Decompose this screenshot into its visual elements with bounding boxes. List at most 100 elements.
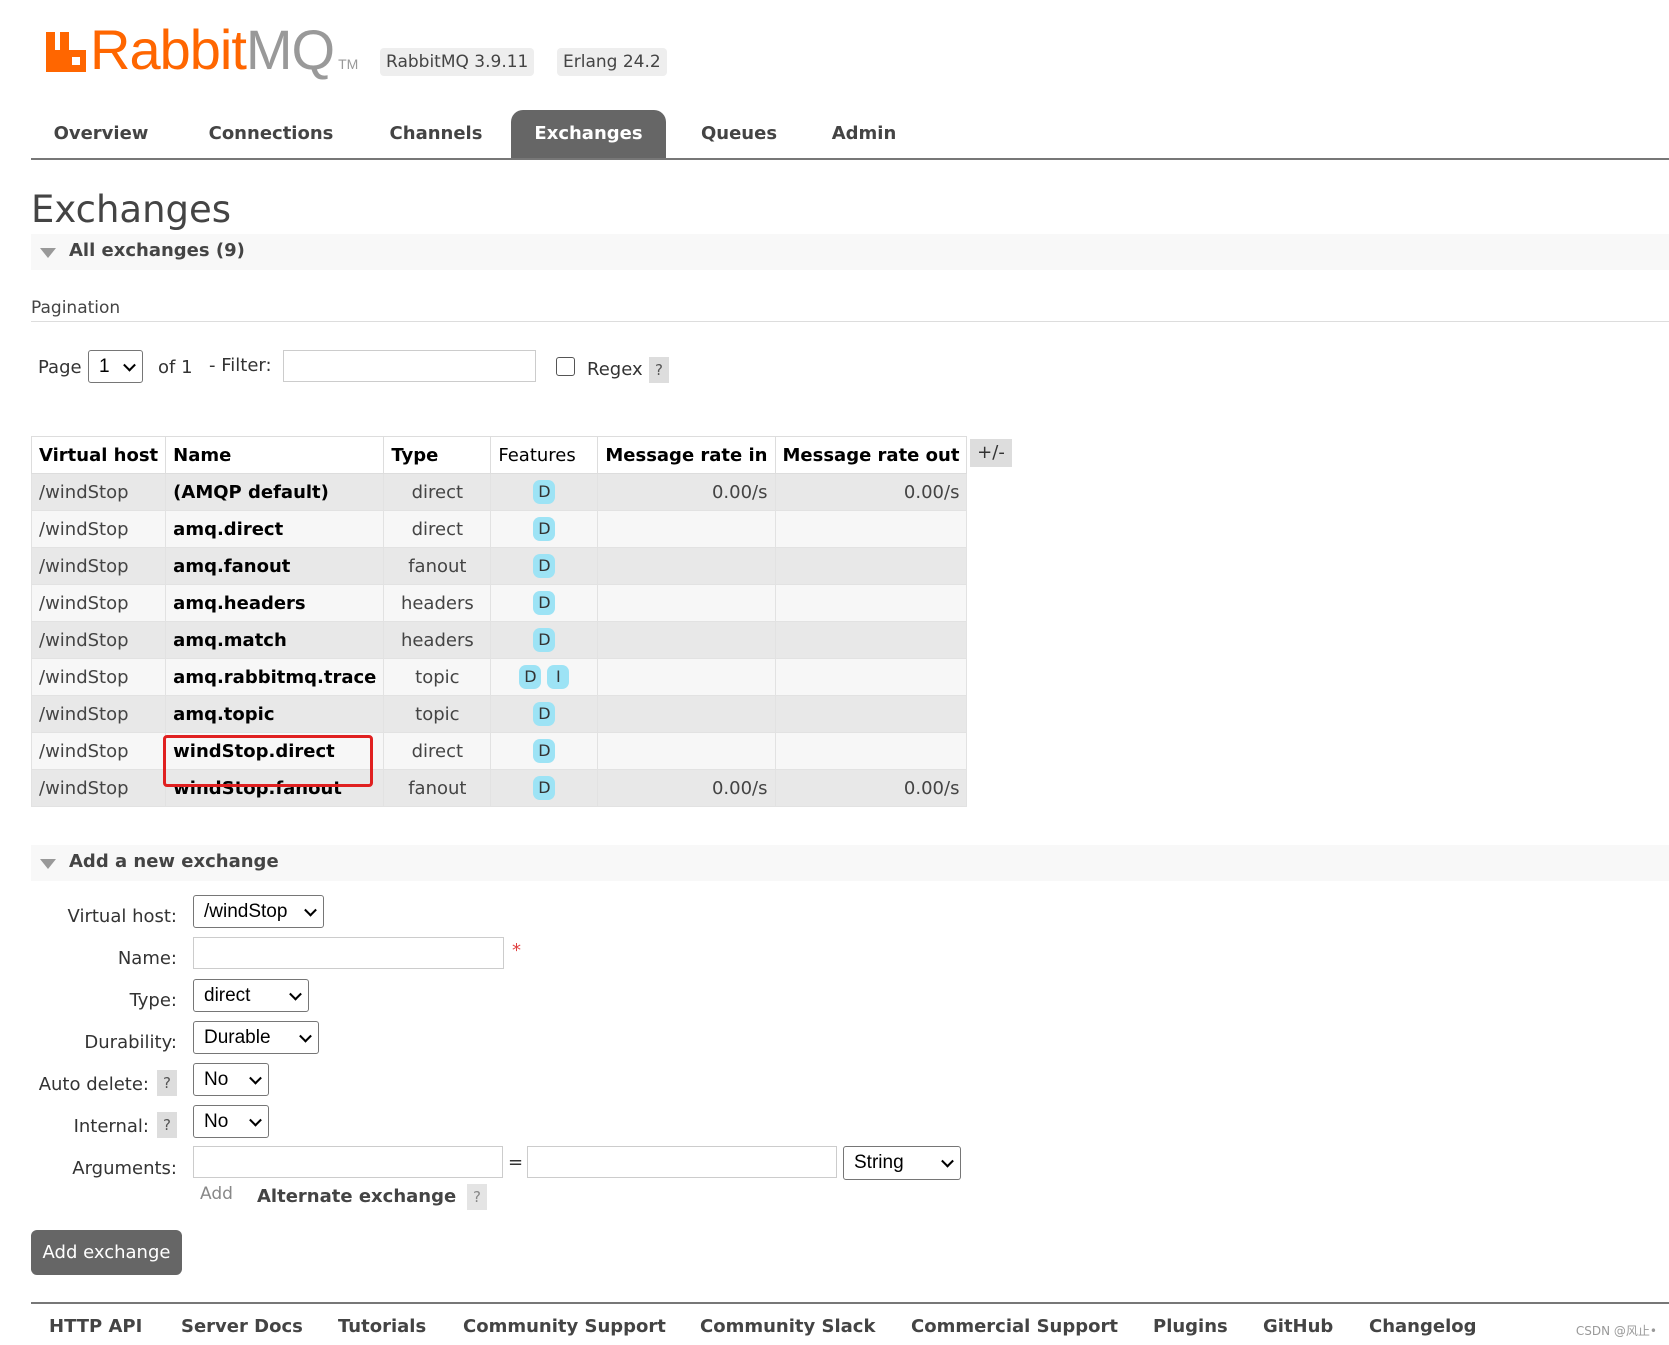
row-vhost: /windStop [30, 658, 167, 696]
pagination-divider [31, 321, 1669, 322]
auto-delete-help-button[interactable]: ? [157, 1070, 177, 1096]
tab-queues[interactable]: Queues [679, 110, 799, 158]
col-name[interactable]: Name [165, 436, 385, 474]
add-exchange-label: Add a new exchange [69, 851, 279, 872]
row-type: direct [383, 510, 492, 548]
row-rate-in [597, 658, 776, 696]
version-badge: RabbitMQ 3.9.11 [380, 48, 535, 76]
tab-admin[interactable]: Admin [809, 110, 919, 158]
row-features: D [490, 547, 599, 585]
row-rate-in [597, 547, 776, 585]
footer-link-http-api[interactable]: HTTP API [49, 1316, 142, 1337]
rabbitmq-logo[interactable]: Rabbit MQ TM [46, 22, 358, 78]
feature-badge-internal: I [547, 665, 570, 689]
collapse-triangle-icon [40, 859, 56, 869]
footer-link-plugins[interactable]: Plugins [1153, 1316, 1228, 1337]
chevron-down-icon [941, 1154, 954, 1168]
col-type[interactable]: Type [383, 436, 492, 474]
row-features: D [490, 473, 599, 511]
footer-link-changelog[interactable]: Changelog [1369, 1316, 1477, 1337]
row-type: headers [383, 621, 492, 659]
row-features: D [490, 510, 599, 548]
footer-link-server-docs[interactable]: Server Docs [181, 1316, 303, 1337]
chevron-down-icon [299, 1029, 312, 1043]
row-vhost: /windStop [30, 695, 167, 733]
internal-select[interactable]: No [193, 1105, 269, 1138]
auto-delete-select-value: No [204, 1069, 229, 1090]
row-name-link[interactable]: amq.rabbitmq.trace [165, 658, 385, 696]
columns-toggle-button[interactable]: +/- [970, 439, 1012, 467]
logo-mq-text: MQ [245, 18, 335, 81]
regex-label: Regex [587, 359, 643, 380]
internal-label: Internal: [73, 1116, 149, 1137]
type-label: Type: [129, 990, 177, 1011]
col-virtual-host[interactable]: Virtual host [30, 436, 167, 474]
watermark: CSDN @风止• [1575, 1324, 1657, 1338]
col-features: Features [490, 436, 599, 474]
filter-input[interactable] [283, 350, 536, 382]
durability-label: Durability: [84, 1032, 177, 1053]
footer-link-community-support[interactable]: Community Support [463, 1316, 666, 1337]
exchange-name-input[interactable] [193, 937, 504, 969]
row-type: topic [383, 695, 492, 733]
auto-delete-select[interactable]: No [193, 1063, 269, 1096]
add-exchange-button[interactable]: Add exchange [31, 1230, 182, 1275]
footer-link-tutorials[interactable]: Tutorials [338, 1316, 426, 1337]
feature-badge-durable: D [533, 702, 556, 726]
add-exchange-section-header[interactable]: Add a new exchange [31, 845, 1669, 881]
vhost-label: Virtual host: [67, 906, 177, 927]
argument-value-input[interactable] [527, 1146, 837, 1178]
argument-type-value: String [854, 1152, 904, 1173]
argument-type-select[interactable]: String [843, 1146, 961, 1180]
row-features: D [490, 584, 599, 622]
feature-badge-durable: D [533, 591, 556, 615]
type-select[interactable]: direct [193, 979, 309, 1012]
row-vhost: /windStop [30, 547, 167, 585]
page-select[interactable]: 1 [88, 350, 143, 383]
add-argument-link[interactable]: Add [200, 1184, 233, 1204]
tab-connections[interactable]: Connections [191, 110, 351, 158]
tab-channels[interactable]: Channels [371, 110, 501, 158]
row-name-link[interactable]: amq.direct [165, 510, 385, 548]
col-rate-out[interactable]: Message rate out [774, 436, 968, 474]
feature-badge-durable: D [533, 776, 556, 800]
row-type: direct [383, 473, 492, 511]
row-features: D [490, 769, 599, 807]
col-rate-in[interactable]: Message rate in [597, 436, 776, 474]
feature-badge-durable: D [533, 480, 556, 504]
vhost-select[interactable]: /windStop [193, 895, 324, 928]
table-row: /windStop amq.match headers D [30, 621, 968, 659]
durability-select[interactable]: Durable [193, 1021, 319, 1054]
footer-link-community-slack[interactable]: Community Slack [700, 1316, 875, 1337]
regex-help-button[interactable]: ? [649, 357, 669, 383]
tab-overview[interactable]: Overview [31, 110, 171, 158]
row-rate-in [597, 584, 776, 622]
alternate-exchange-link[interactable]: Alternate exchange [257, 1186, 456, 1207]
argument-key-input[interactable] [193, 1146, 503, 1178]
name-label: Name: [117, 948, 177, 969]
row-name-link[interactable]: amq.topic [165, 695, 385, 733]
row-type: topic [383, 658, 492, 696]
internal-help-button[interactable]: ? [157, 1112, 177, 1138]
table-row: /windStop amq.direct direct D [30, 510, 968, 548]
table-header-row: Virtual host Name Type Features Message … [30, 436, 968, 474]
row-name-link[interactable]: (AMQP default) [165, 473, 385, 511]
row-name-link[interactable]: amq.match [165, 621, 385, 659]
filter-label: - Filter: [209, 355, 272, 376]
alternate-exchange-help-button[interactable]: ? [467, 1184, 487, 1210]
row-rate-in [597, 695, 776, 733]
chevron-down-icon [289, 987, 302, 1001]
row-vhost: /windStop [30, 732, 167, 770]
row-rate-in [597, 732, 776, 770]
row-vhost: /windStop [30, 584, 167, 622]
regex-checkbox[interactable] [556, 357, 575, 376]
row-vhost: /windStop [30, 769, 167, 807]
tab-exchanges[interactable]: Exchanges [511, 110, 666, 158]
footer-link-github[interactable]: GitHub [1263, 1316, 1333, 1337]
row-rate-in: 0.00/s [597, 769, 776, 807]
row-name-link[interactable]: amq.headers [165, 584, 385, 622]
all-exchanges-section-header[interactable]: All exchanges (9) [31, 234, 1669, 270]
row-name-link[interactable]: amq.fanout [165, 547, 385, 585]
footer-link-commercial-support[interactable]: Commercial Support [911, 1316, 1118, 1337]
page-select-value: 1 [99, 356, 110, 377]
